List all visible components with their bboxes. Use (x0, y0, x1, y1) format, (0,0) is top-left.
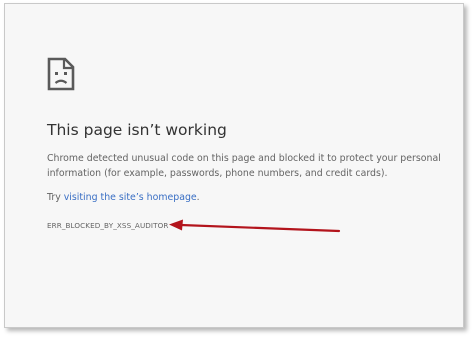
error-description: Chrome detected unusual code on this pag… (47, 153, 441, 179)
try-prefix: Try (47, 192, 64, 203)
homepage-link[interactable]: visiting the site’s homepage (64, 192, 197, 203)
error-code: ERR_BLOCKED_BY_XSS_AUDITOR (47, 221, 169, 230)
red-arrow-annotation (167, 216, 347, 238)
try-suffix: . (196, 192, 200, 203)
try-suggestion: Try visiting the site’s homepage. (47, 192, 200, 203)
sad-page-icon (47, 57, 75, 91)
error-title: This page isn’t working (47, 121, 227, 139)
error-page-frame: This page isn’t working Chrome detected … (4, 3, 464, 328)
